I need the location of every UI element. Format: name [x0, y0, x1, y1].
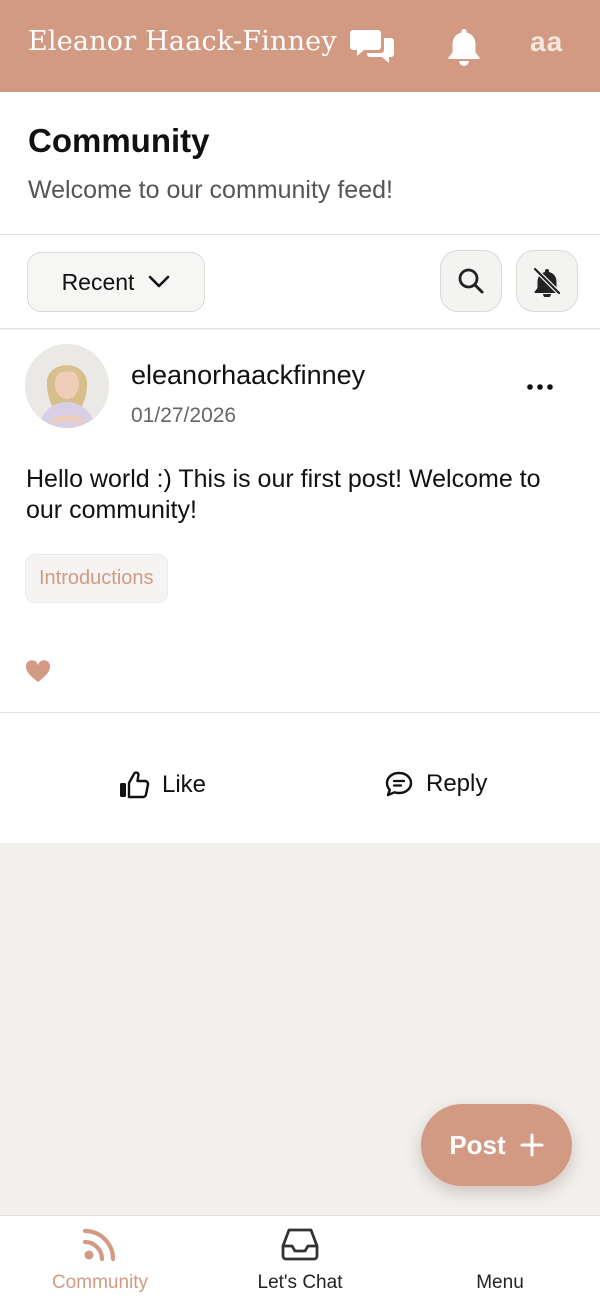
tab-lets-chat[interactable]: Let's Chat	[200, 1216, 400, 1299]
bottom-tab-bar: Community Let's Chat Menu	[0, 1215, 600, 1299]
page-subtitle: Welcome to our community feed!	[28, 176, 393, 204]
chevron-down-icon	[149, 275, 170, 288]
more-options-icon[interactable]	[520, 372, 560, 402]
search-button[interactable]	[440, 250, 502, 312]
chat-bubbles-icon[interactable]	[349, 22, 397, 70]
post-date: 01/27/2026	[131, 404, 237, 427]
new-post-button[interactable]: Post	[421, 1104, 572, 1186]
post-body: Hello world :) This is our first post! W…	[26, 465, 541, 524]
user-avatar[interactable]: aa	[530, 26, 563, 58]
sort-dropdown[interactable]: Recent	[27, 252, 205, 312]
rss-icon	[82, 1228, 116, 1262]
plus-icon	[520, 1133, 544, 1157]
heart-icon[interactable]	[25, 660, 51, 684]
divider	[0, 712, 600, 713]
author-avatar[interactable]	[25, 344, 109, 428]
bell-off-icon	[532, 266, 562, 297]
like-label: Like	[162, 771, 207, 798]
bell-icon[interactable]	[440, 22, 488, 70]
tab-label: Menu	[476, 1272, 524, 1293]
reply-button[interactable]: Reply	[384, 770, 487, 798]
tab-community[interactable]: Community	[0, 1216, 200, 1299]
post-author[interactable]: eleanorhaackfinney	[131, 360, 365, 391]
search-icon	[458, 268, 484, 294]
top-bar: Eleanor Haack-Finney aa	[0, 0, 600, 92]
page-title: Community	[28, 122, 210, 159]
tab-label: Let's Chat	[257, 1272, 343, 1293]
speech-bubble-icon	[385, 771, 413, 797]
new-post-label: Post	[449, 1129, 506, 1160]
page-header: Community Welcome to our community feed!	[0, 92, 600, 235]
post-tag[interactable]: Introductions	[25, 554, 168, 603]
reply-label: Reply	[426, 770, 488, 797]
mute-notifications-button[interactable]	[516, 250, 578, 312]
sort-label: Recent	[61, 268, 135, 295]
tab-menu[interactable]: Menu	[400, 1216, 600, 1299]
post-card: eleanorhaackfinney 01/27/2026 Hello worl…	[0, 330, 600, 843]
inbox-icon	[281, 1228, 319, 1261]
thumbs-up-icon	[120, 771, 150, 799]
like-button[interactable]: Like	[118, 770, 206, 800]
brand-title[interactable]: Eleanor Haack-Finney	[28, 26, 337, 57]
filter-bar: Recent	[0, 235, 600, 329]
tab-label: Community	[51, 1272, 149, 1293]
